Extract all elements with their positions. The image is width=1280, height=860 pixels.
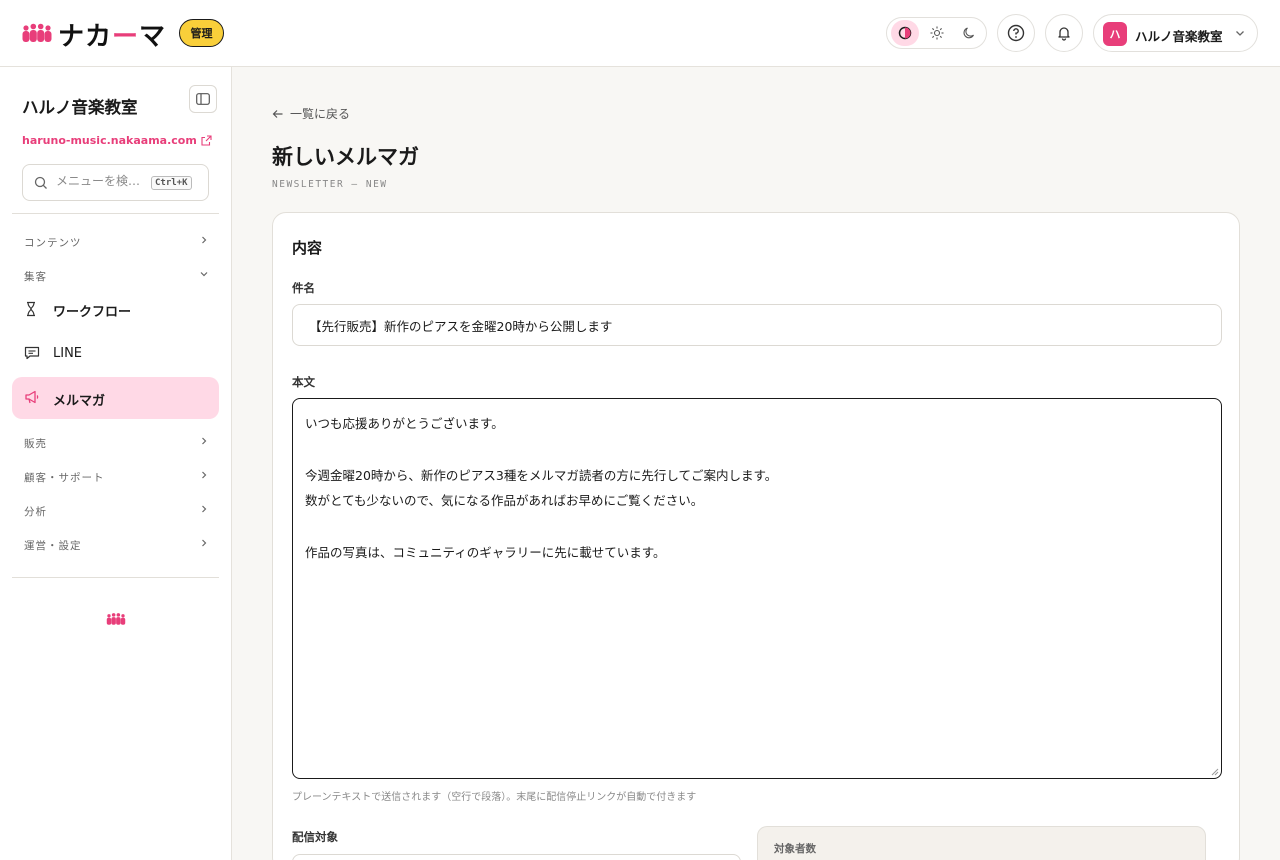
account-menu-button[interactable]: ハ ハルノ音楽教室 [1093,14,1258,52]
megaphone-icon [25,390,39,404]
chevron-right-icon [202,437,207,445]
chevron-down-icon [1236,31,1244,36]
search-icon [34,176,47,189]
section-title: 内容 [292,239,323,257]
sidebar-panel-icon [196,93,210,105]
nav-group-sales[interactable]: 販売 [12,433,219,453]
nav-group-marketing[interactable]: 集客 [12,266,219,286]
search-input[interactable] [56,174,146,188]
chevron-right-icon [202,471,207,479]
recipient-count-box: 対象者数 [757,826,1206,860]
nav-group-support[interactable]: 顧客・サポート [12,467,219,487]
search-shortcut: Ctrl+K [151,176,192,190]
subject-label: 件名 [292,281,315,295]
bell-icon [1058,27,1070,41]
theme-auto-button[interactable] [891,20,919,46]
contrast-icon [898,26,912,40]
content-card: 内容 件名 本文 いつも応援ありがとうございます。 今週金曜20時から、新作のピ… [272,212,1240,860]
menu-search: Ctrl+K [22,164,209,201]
nav-group-analytics[interactable]: 分析 [12,501,219,521]
moon-icon [963,27,974,39]
page-title: 新しいメルマガ [272,145,419,169]
sun-icon [930,26,944,40]
theme-toggle [886,17,987,49]
nav-group-content[interactable]: コンテンツ [12,232,219,252]
collapse-sidebar-button[interactable] [189,85,217,113]
hourglass-icon [27,301,35,317]
divider [12,213,219,214]
nav-group-settings[interactable]: 運営・設定 [12,535,219,555]
target-select[interactable] [292,854,741,860]
top-bar: ナカーマ 管理 ハ ハルノ音楽教室 [0,0,1280,67]
site-name: ハルノ音楽教室 [22,98,138,117]
chevron-right-icon [202,236,207,244]
admin-badge: 管理 [179,19,224,47]
chat-icon [24,346,40,360]
help-button[interactable] [997,14,1035,52]
body-hint: プレーンテキストで送信されます（空行で段落）。末尾に配信停止リンクが自動で付きま… [292,792,697,803]
account-name: ハルノ音楽教室 [1135,29,1223,44]
sidebar-item-line[interactable]: LINE [12,333,219,375]
body-textarea[interactable]: いつも応援ありがとうございます。 今週金曜20時から、新作のピアス3種をメルマガ… [292,398,1222,779]
back-to-list-link[interactable]: 一覧に戻る [272,105,350,122]
community-logo-icon [22,23,52,42]
sidebar-item-newsletter[interactable]: メルマガ [12,377,219,419]
chevron-right-icon [202,539,207,547]
body-label: 本文 [292,375,315,389]
theme-light-button[interactable] [923,20,951,46]
community-logo-icon [106,613,126,625]
chevron-right-icon [202,505,207,513]
brand-logo[interactable]: ナカーマ [58,16,166,53]
site-url-link[interactable]: haruno-music.nakaama.com [22,134,212,147]
resize-handle-icon[interactable] [1211,768,1219,776]
avatar: ハ [1103,22,1127,46]
chevron-down-icon [200,272,208,277]
count-label: 対象者数 [774,843,816,855]
help-icon [1007,24,1025,42]
sidebar-item-workflow[interactable]: ワークフロー [12,288,219,330]
page-subtitle: NEWSLETTER — NEW [272,179,388,190]
arrow-left-icon [272,109,283,118]
external-link-icon [201,135,212,146]
divider [12,577,219,578]
subject-input[interactable] [292,304,1222,346]
theme-dark-button[interactable] [955,20,983,46]
target-label: 配信対象 [292,830,338,844]
notifications-button[interactable] [1045,14,1083,52]
sidebar: ハルノ音楽教室 haruno-music.nakaama.com Ctrl+K … [0,67,232,860]
